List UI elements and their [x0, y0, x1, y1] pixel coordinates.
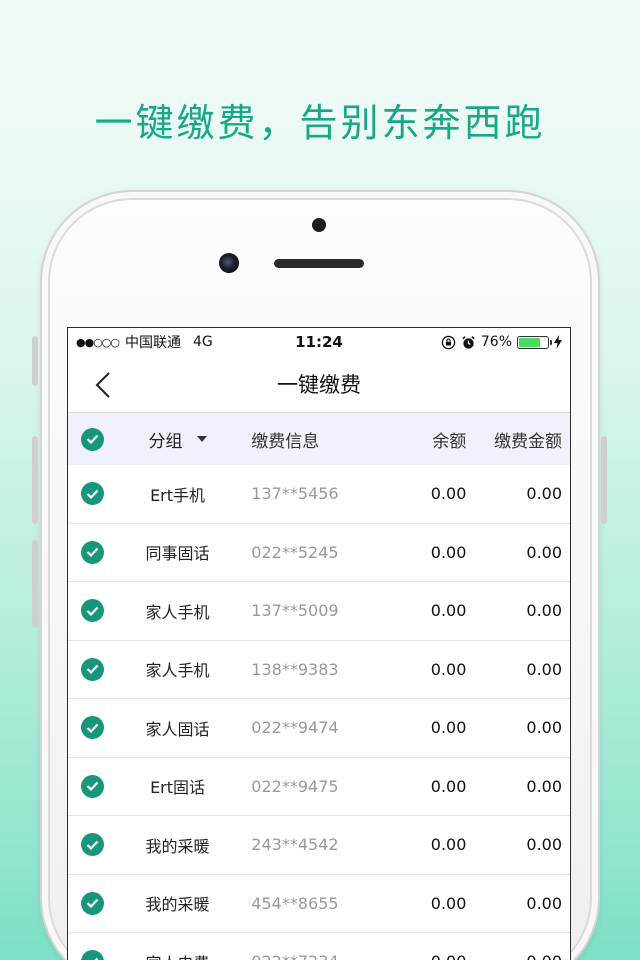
table-row[interactable]: 同事固话 022**5245 0.00 0.00	[68, 524, 570, 582]
row-group: 我的采暖	[145, 895, 210, 915]
battery-fill	[519, 337, 541, 347]
row-balance: 0.00	[430, 718, 467, 738]
row-group: 家人手机	[145, 602, 210, 622]
row-checkbox[interactable]	[68, 482, 118, 506]
earpiece-speaker	[274, 259, 364, 268]
column-header-balance: 余额	[432, 431, 467, 452]
carrier-name: 中国联通	[125, 335, 181, 351]
alarm-icon	[462, 335, 475, 349]
payment-list: Ert手机 137**5456 0.00 0.00 同事固话 022**5245 0.00 0…	[68, 465, 570, 960]
row-balance: 0.00	[430, 776, 467, 796]
checkmark-circle-icon	[81, 891, 105, 915]
row-checkbox[interactable]	[68, 599, 118, 623]
row-info: 022**9474	[251, 718, 339, 738]
column-header-group: 分组	[148, 431, 183, 452]
row-balance: 0.00	[377, 952, 467, 960]
row-info: 243**4542	[251, 835, 339, 855]
row-group: 家人电费	[118, 950, 238, 960]
table-row[interactable]: 家人手机 138**9383 0.00 0.00	[68, 641, 570, 699]
row-group: 家人固话	[145, 719, 210, 739]
row-group: 家人手机	[145, 661, 210, 681]
table-row[interactable]: 家人固话 022**9474 0.00 0.00	[68, 699, 570, 758]
row-info: 137**5009	[251, 601, 339, 621]
phone-screen: ●●○○○ 中国联通 4G 11:24 76% 一键缴费 分组 缴费信息 余额 …	[67, 327, 571, 960]
network-type: 4G	[193, 334, 213, 350]
row-checkbox[interactable]	[68, 833, 118, 857]
row-info: 138**9383	[251, 659, 339, 679]
caret-down-icon	[196, 436, 207, 442]
checkmark-circle-icon	[81, 427, 105, 451]
row-group: 同事固话	[145, 544, 210, 564]
select-all-checkbox[interactable]	[68, 427, 118, 451]
front-camera	[219, 253, 239, 273]
power-button	[601, 436, 607, 524]
checkmark-circle-icon	[81, 540, 105, 564]
chevron-left-icon[interactable]	[94, 372, 114, 398]
row-info: 022**5245	[251, 542, 339, 562]
row-info: 022**9475	[251, 776, 339, 796]
row-checkbox[interactable]	[68, 716, 118, 740]
row-balance: 0.00	[430, 484, 467, 504]
row-info: 137**5456	[251, 484, 339, 504]
row-balance: 0.00	[430, 659, 467, 679]
front-sensor	[312, 218, 326, 232]
checkmark-circle-icon	[81, 833, 105, 857]
row-amount: 0.00	[526, 718, 563, 738]
row-checkbox[interactable]	[68, 657, 118, 681]
row-info: 454**8655	[251, 893, 339, 913]
checkmark-circle-icon	[81, 716, 105, 740]
table-row[interactable]: 家人手机 137**5009 0.00 0.00	[68, 582, 570, 641]
volume-up-button	[32, 436, 38, 524]
row-group: Ert手机	[150, 485, 206, 505]
battery-percent: 76%	[480, 334, 512, 350]
row-checkbox[interactable]	[68, 774, 118, 798]
table-row[interactable]: Ert手机 137**5456 0.00 0.00	[68, 465, 570, 524]
table-row[interactable]: 家人电费022**72340.000.00	[68, 933, 570, 960]
group-sort-dropdown[interactable]: 分组	[118, 427, 238, 452]
row-amount: 0.00	[526, 542, 563, 562]
rotation-lock-icon	[441, 335, 456, 349]
row-amount: 0.00	[526, 776, 563, 796]
page-title: 一键缴费	[277, 373, 361, 397]
row-amount: 0.00	[526, 601, 563, 621]
status-bar: ●●○○○ 中国联通 4G 11:24 76%	[68, 328, 570, 356]
checkmark-circle-icon	[81, 599, 105, 623]
row-amount: 0.00	[526, 835, 563, 855]
column-header-info: 缴费信息	[251, 431, 320, 452]
row-balance: 0.00	[430, 893, 467, 913]
row-info: 022**7234	[237, 952, 376, 960]
mute-switch	[32, 336, 38, 386]
column-header-amount: 缴费金额	[494, 431, 563, 452]
row-checkbox[interactable]	[68, 540, 118, 564]
row-checkbox[interactable]	[68, 891, 118, 915]
lightning-icon	[554, 335, 562, 349]
promo-headline: 一键缴费，告别东奔西跑	[94, 101, 546, 145]
navigation-bar: 一键缴费	[68, 356, 570, 413]
table-row[interactable]: Ert固话 022**9475 0.00 0.00	[68, 758, 570, 816]
checkmark-circle-icon	[81, 774, 105, 798]
row-group: 我的采暖	[145, 836, 210, 856]
row-amount: 0.00	[526, 659, 563, 679]
checkmark-circle-icon	[81, 482, 105, 506]
row-balance: 0.00	[430, 601, 467, 621]
checkmark-circle-icon	[81, 950, 105, 960]
row-balance: 0.00	[430, 835, 467, 855]
signal-strength-icon: ●●○○○	[76, 335, 120, 349]
table-row[interactable]: 我的采暖 454**8655 0.00 0.00	[68, 875, 570, 933]
row-balance: 0.00	[430, 542, 467, 562]
volume-down-button	[32, 540, 38, 628]
checkmark-circle-icon	[81, 657, 105, 681]
row-checkbox[interactable]	[68, 950, 118, 960]
battery-icon	[517, 335, 552, 349]
table-header: 分组 缴费信息 余额 缴费金额	[68, 413, 570, 465]
row-amount: 0.00	[526, 893, 563, 913]
row-amount: 0.00	[466, 952, 570, 960]
row-amount: 0.00	[526, 484, 563, 504]
table-row[interactable]: 我的采暖 243**4542 0.00 0.00	[68, 816, 570, 875]
row-group: Ert固话	[150, 778, 206, 798]
